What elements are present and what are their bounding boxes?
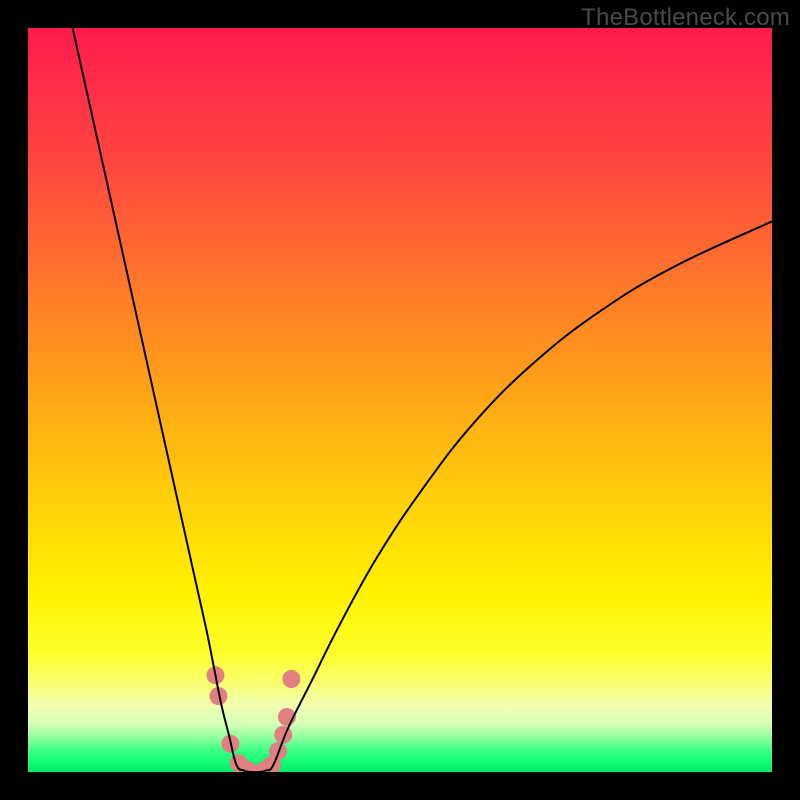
chart-svg bbox=[28, 28, 772, 772]
plot-area bbox=[28, 28, 772, 772]
marker-layer bbox=[206, 666, 300, 772]
line-layer bbox=[73, 28, 772, 772]
bottleneck-curve bbox=[73, 28, 772, 772]
bottleneck-marker bbox=[282, 670, 300, 688]
outer-frame: TheBottleneck.com bbox=[0, 0, 800, 800]
watermark-text: TheBottleneck.com bbox=[581, 4, 790, 32]
